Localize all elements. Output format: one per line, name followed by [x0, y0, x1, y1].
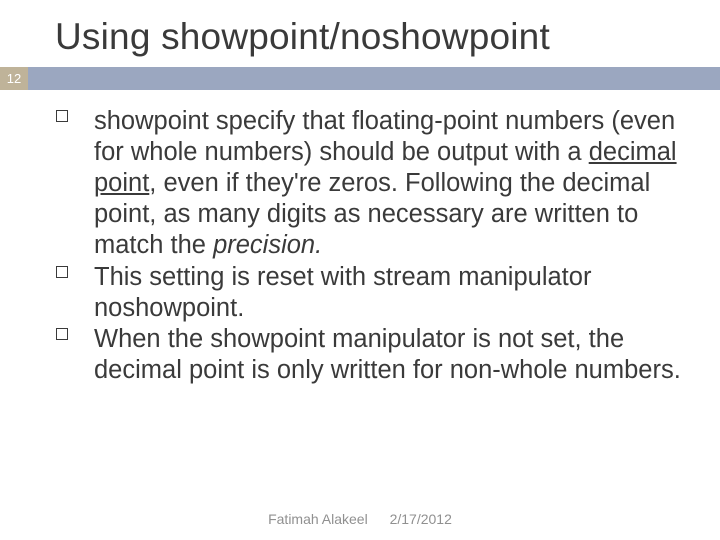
slide-title: Using showpoint/noshowpoint [55, 16, 550, 58]
slide: Using showpoint/noshowpoint 12 showpoint… [0, 0, 720, 540]
italic-text: precision. [213, 231, 322, 259]
bullet-icon [56, 328, 68, 340]
footer: Fatimah Alakeel 2/17/2012 [0, 511, 720, 527]
bullet-text: This setting is reset with stream manipu… [94, 263, 591, 322]
list-item: This setting is reset with stream manipu… [56, 262, 686, 324]
bullet-text: showpoint specify that floating-point nu… [94, 107, 677, 259]
footer-date: 2/17/2012 [390, 511, 452, 527]
footer-author: Fatimah Alakeel [268, 511, 368, 527]
bullet-text: When the showpoint manipulator is not se… [94, 325, 681, 384]
list-item: When the showpoint manipulator is not se… [56, 324, 686, 386]
list-item: showpoint specify that floating-point nu… [56, 106, 686, 262]
header-bar [0, 67, 720, 90]
content-area: showpoint specify that floating-point nu… [56, 106, 686, 386]
page-number-box: 12 [0, 67, 28, 90]
bullet-icon [56, 110, 68, 122]
bullet-icon [56, 266, 68, 278]
